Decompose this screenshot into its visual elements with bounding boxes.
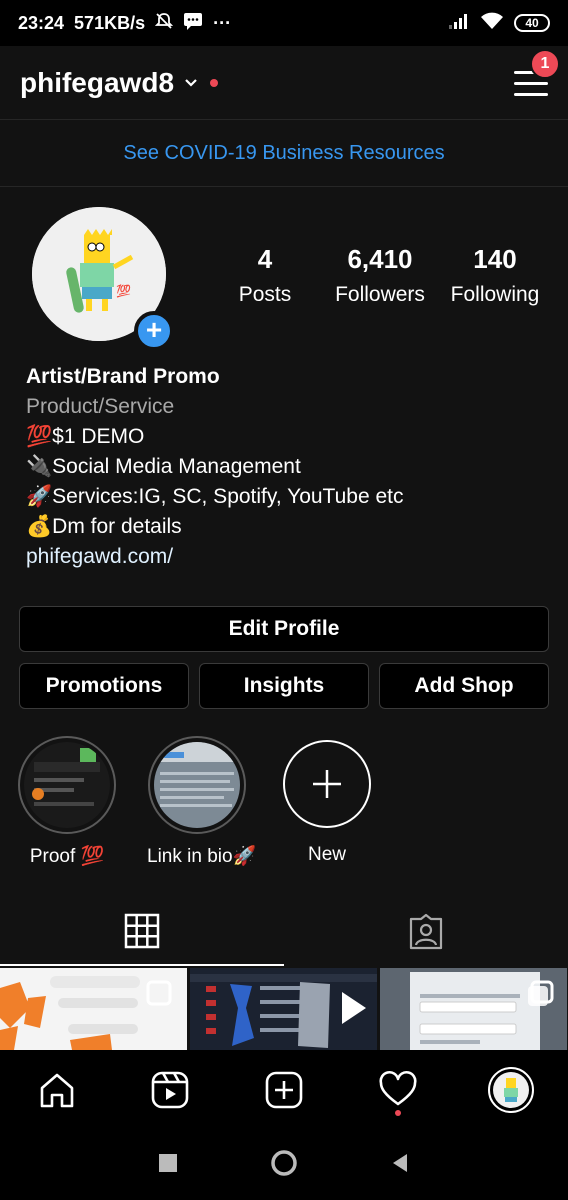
insights-button[interactable]: Insights (199, 663, 369, 709)
promotions-button[interactable]: Promotions (19, 663, 189, 709)
profile-header: phifegawd8 1 (0, 46, 568, 120)
highlight-thumbnail (24, 742, 110, 828)
recent-apps-button[interactable] (157, 1152, 179, 1179)
posts-grid (0, 968, 568, 1050)
stat-following[interactable]: 140 Following (440, 244, 550, 307)
highlight-label: Proof 💯 (29, 846, 105, 867)
battery-icon: 40 (514, 14, 550, 32)
tab-grid[interactable] (0, 898, 284, 966)
status-bar: 23:24 571KB/s ··· 40 (0, 0, 568, 46)
edit-profile-button[interactable]: Edit Profile (19, 606, 549, 652)
highlight-label: New (307, 844, 346, 865)
bio-line: 🚀Services:IG, SC, Spotify, YouTube etc (26, 485, 404, 508)
account-notification-dot (210, 78, 219, 87)
display-name: Artist/Brand Promo (26, 365, 220, 388)
posts-label: Posts (238, 283, 292, 306)
website-link[interactable]: phifegawd.com/ (26, 542, 546, 572)
plus-icon (283, 740, 371, 828)
signal-icon (448, 12, 470, 35)
following-count: 140 (473, 244, 517, 274)
home-system-button[interactable] (269, 1148, 299, 1183)
grid-icon (124, 913, 160, 949)
wifi-icon (480, 12, 504, 35)
activity-notification-dot (394, 1110, 401, 1116)
circle-icon (271, 1149, 297, 1176)
nav-create[interactable] (254, 1060, 314, 1120)
bottom-navigation (0, 1050, 568, 1130)
category-label: Product/Service (26, 395, 175, 418)
back-button[interactable] (389, 1152, 411, 1179)
covid-banner: See COVID-19 Business Resources (0, 121, 568, 187)
more-notifications-icon: ··· (213, 12, 232, 33)
svg-text:💯: 💯 (116, 284, 131, 298)
chevron-down-icon[interactable] (184, 72, 198, 93)
bio-line: 💰Dm for details (26, 515, 182, 538)
profile-bio: Artist/Brand Promo Product/Service 💯$1 D… (26, 362, 546, 572)
highlight-proof[interactable]: Proof 💯 (17, 736, 117, 868)
menu-button[interactable]: 1 (514, 48, 560, 97)
post-thumbnail[interactable] (190, 968, 377, 1050)
username[interactable]: phifegawd8 (20, 67, 174, 99)
following-label: Following (450, 283, 540, 306)
status-time: 23:24 (18, 12, 65, 33)
nav-reels[interactable] (140, 1060, 200, 1120)
tagged-icon (409, 913, 443, 950)
nav-profile[interactable] (481, 1060, 541, 1120)
heart-icon (379, 1070, 417, 1106)
profile-stats: 4 Posts 6,410 Followers 140 Following (210, 244, 550, 307)
stat-followers[interactable]: 6,410 Followers (325, 244, 435, 307)
highlight-new[interactable]: New (277, 736, 377, 866)
reels-icon (152, 1071, 189, 1109)
home-icon (40, 1073, 74, 1108)
nav-home[interactable] (27, 1060, 87, 1120)
followers-count: 6,410 (347, 244, 413, 274)
notification-badge: 1 (530, 48, 560, 79)
post-thumbnail[interactable] (0, 968, 187, 1050)
highlight-thumbnail (154, 742, 240, 828)
profile-tabs (0, 898, 568, 966)
add-shop-button[interactable]: Add Shop (379, 663, 549, 709)
stat-posts[interactable]: 4 Posts (210, 244, 320, 307)
bio-line: 💯$1 DEMO (26, 425, 145, 448)
post-thumbnail[interactable] (380, 968, 567, 1050)
covid-resources-link[interactable]: See COVID-19 Business Resources (123, 142, 444, 165)
bio-line: 🔌Social Media Management (26, 455, 301, 478)
highlight-label: Link in bio🚀 (147, 846, 257, 867)
bell-off-icon (154, 12, 174, 35)
highlight-link-in-bio[interactable]: Link in bio🚀 (147, 736, 257, 868)
profile-avatar-icon (488, 1067, 535, 1113)
message-icon (183, 12, 203, 35)
followers-label: Followers (335, 283, 425, 306)
square-icon (159, 1153, 177, 1172)
posts-count: 4 (257, 244, 273, 274)
create-post-icon (265, 1071, 303, 1109)
network-speed: 571KB/s (74, 12, 146, 33)
tab-tagged[interactable] (284, 898, 568, 966)
add-story-button[interactable]: + (134, 311, 174, 351)
system-navigation (0, 1130, 568, 1200)
nav-activity[interactable] (368, 1060, 428, 1120)
back-triangle-icon (393, 1153, 407, 1172)
